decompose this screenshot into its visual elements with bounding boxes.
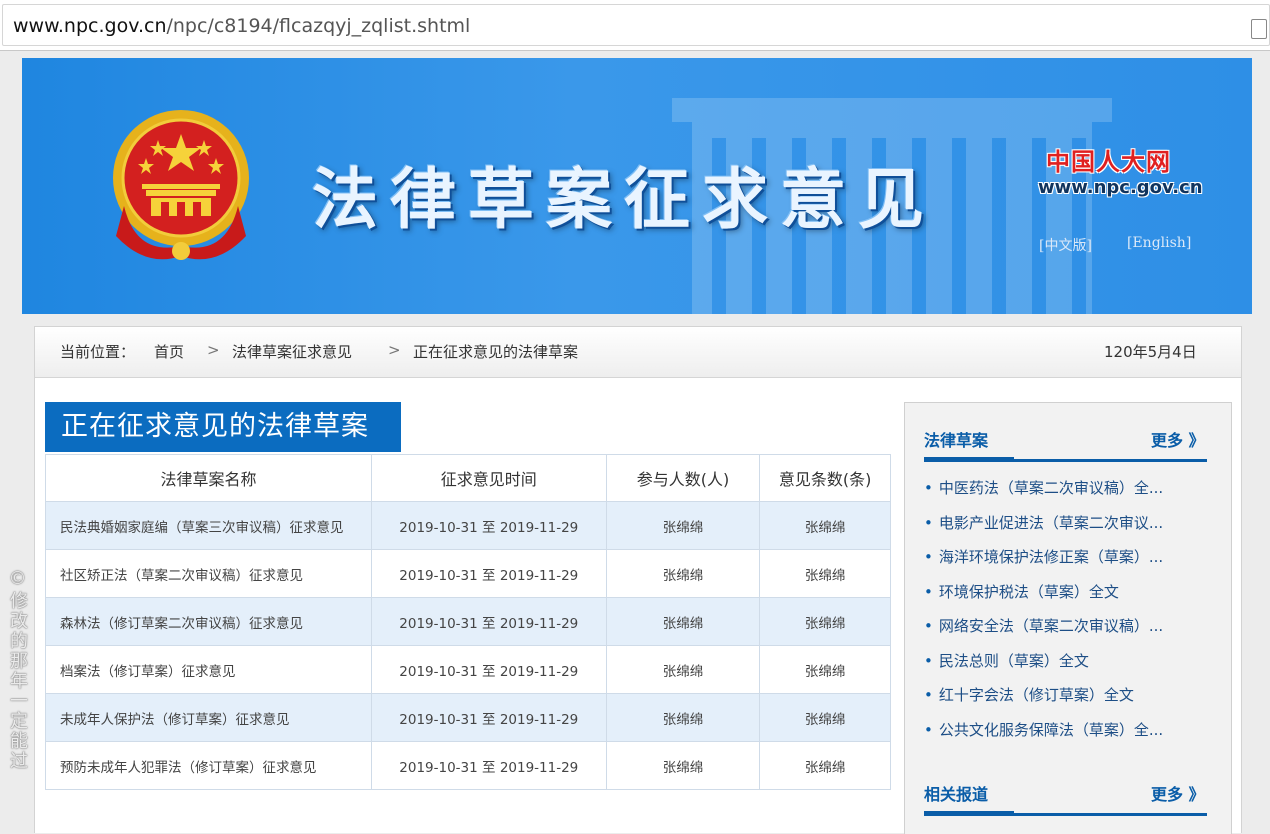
draft-time: 2019-10-31 至 2019-11-29: [370, 549, 607, 598]
draft-people: 张绵绵: [605, 693, 761, 742]
sidebar-draft-link[interactable]: 民法总则（草案）全文: [924, 650, 1209, 685]
draft-people: 张绵绵: [605, 741, 761, 790]
draft-time: 2019-10-31 至 2019-11-29: [370, 741, 607, 790]
sidebar-draft-link[interactable]: 海洋环境保护法修正案（草案）...: [924, 546, 1209, 581]
sidebar-reports-title: 相关报道: [924, 785, 989, 804]
breadcrumb: 当前位置： 首页 > 法律草案征求意见 > 正在征求意见的法律草案 120年5月…: [35, 327, 1241, 378]
breadcrumb-label: 当前位置：: [60, 343, 136, 361]
table-row: 档案法（修订草案）征求意见 2019-10-31 至 2019-11-29 张绵…: [45, 645, 891, 694]
breadcrumb-separator: >: [388, 341, 401, 359]
sidebar-draft-link[interactable]: 红十字会法（修订草案）全文: [924, 684, 1209, 719]
breadcrumb-separator: >: [207, 341, 220, 359]
site-banner: 法律草案征求意见 中国人大网 www.npc.gov.cn [中文版] [Eng…: [22, 58, 1252, 314]
table-row: 森林法（修订草案二次审议稿）征求意见 2019-10-31 至 2019-11-…: [45, 597, 891, 646]
banner-title: 法律草案征求意见: [312, 160, 936, 238]
column-header-people: 参与人数(人): [605, 454, 761, 502]
main-content: 当前位置： 首页 > 法律草案征求意见 > 正在征求意见的法律草案 120年5月…: [34, 326, 1242, 834]
sidebar-draft-link[interactable]: 环境保护税法（草案）全文: [924, 581, 1209, 616]
url-text: www.npc.gov.cn/npc/c8194/flcazqyj_zqlist…: [13, 15, 470, 37]
sidebar-drafts-list: 中医药法（草案二次审议稿）全... 电影产业促进法（草案二次审议... 海洋环境…: [924, 477, 1209, 753]
draft-people: 张绵绵: [605, 501, 761, 550]
npc-logo-url[interactable]: www.npc.gov.cn: [1038, 177, 1203, 198]
draft-name-link[interactable]: 社区矫正法（草案二次审议稿）征求意见: [45, 549, 372, 598]
draft-time: 2019-10-31 至 2019-11-29: [370, 645, 607, 694]
draft-people: 张绵绵: [605, 549, 761, 598]
draft-time: 2019-10-31 至 2019-11-29: [370, 693, 607, 742]
section-title: 正在征求意见的法律草案: [45, 402, 401, 452]
draft-name-link[interactable]: 民法典婚姻家庭编（草案三次审议稿）征求意见: [45, 501, 372, 550]
table-row: 民法典婚姻家庭编（草案三次审议稿）征求意见 2019-10-31 至 2019-…: [45, 501, 891, 550]
draft-opinions: 张绵绵: [759, 597, 891, 646]
national-emblem-icon: [113, 110, 249, 260]
draft-name-link[interactable]: 未成年人保护法（修订草案）征求意见: [45, 693, 372, 742]
lang-english-link[interactable]: [English]: [1127, 235, 1191, 251]
draft-people: 张绵绵: [605, 597, 761, 646]
browser-address-bar: www.npc.gov.cn/npc/c8194/flcazqyj_zqlist…: [0, 0, 1270, 51]
table-row: 社区矫正法（草案二次审议稿）征求意见 2019-10-31 至 2019-11-…: [45, 549, 891, 598]
draft-people: 张绵绵: [605, 645, 761, 694]
table-row: 未成年人保护法（修订草案）征求意见 2019-10-31 至 2019-11-2…: [45, 693, 891, 742]
draft-opinions: 张绵绵: [759, 501, 891, 550]
table-header-row: 法律草案名称 征求意见时间 参与人数(人) 意见条数(条): [45, 454, 891, 502]
draft-time: 2019-10-31 至 2019-11-29: [370, 501, 607, 550]
draft-opinions: 张绵绵: [759, 549, 891, 598]
sidebar-drafts-more-link[interactable]: 更多 》: [1151, 427, 1205, 451]
sidebar-reports-more-link[interactable]: 更多 》: [1151, 781, 1205, 805]
column-header-name: 法律草案名称: [45, 454, 372, 502]
url-host: www.npc.gov.cn: [13, 15, 167, 37]
draft-name-link[interactable]: 预防未成年人犯罪法（修订草案）征求意见: [45, 741, 372, 790]
draft-opinions: 张绵绵: [759, 741, 891, 790]
sidebar-divider: [924, 457, 1207, 462]
breadcrumb-home-link[interactable]: 首页: [154, 341, 184, 362]
column-header-time: 征求意见时间: [370, 454, 607, 502]
sidebar-draft-link[interactable]: 电影产业促进法（草案二次审议...: [924, 512, 1209, 547]
sidebar-draft-link[interactable]: 中医药法（草案二次审议稿）全...: [924, 477, 1209, 512]
url-path: /npc/c8194/flcazqyj_zqlist.shtml: [166, 15, 471, 37]
breadcrumb-current: 正在征求意见的法律草案: [413, 343, 579, 361]
draft-time: 2019-10-31 至 2019-11-29: [370, 597, 607, 646]
sidebar-drafts-title: 法律草案: [924, 431, 989, 450]
current-date: 120年5月4日: [1104, 343, 1197, 361]
sidebar-divider: [924, 811, 1207, 816]
breadcrumb-drafts-link[interactable]: 法律草案征求意见: [232, 341, 352, 362]
table-row: 预防未成年人犯罪法（修订草案）征求意见 2019-10-31 至 2019-11…: [45, 741, 891, 790]
image-watermark: ©修改的那年一定能过: [7, 568, 28, 771]
draft-opinions: 张绵绵: [759, 645, 891, 694]
sidebar-draft-link[interactable]: 公共文化服务保障法（草案）全...: [924, 719, 1209, 754]
draft-opinions: 张绵绵: [759, 693, 891, 742]
url-input[interactable]: www.npc.gov.cn/npc/c8194/flcazqyj_zqlist…: [2, 4, 1270, 46]
draft-name-link[interactable]: 档案法（修订草案）征求意见: [45, 645, 372, 694]
lang-chinese-link[interactable]: [中文版]: [1039, 235, 1092, 255]
npc-logo-text[interactable]: 中国人大网: [1046, 142, 1171, 177]
drafts-table: 法律草案名称 征求意见时间 参与人数(人) 意见条数(条) 民法典婚姻家庭编（草…: [45, 454, 891, 790]
sidebar: 法律草案 更多 》 中医药法（草案二次审议稿）全... 电影产业促进法（草案二次…: [904, 402, 1232, 834]
reader-view-icon[interactable]: [1251, 19, 1267, 39]
column-header-opinions: 意见条数(条): [759, 454, 891, 502]
draft-name-link[interactable]: 森林法（修订草案二次审议稿）征求意见: [45, 597, 372, 646]
sidebar-draft-link[interactable]: 网络安全法（草案二次审议稿）...: [924, 615, 1209, 650]
